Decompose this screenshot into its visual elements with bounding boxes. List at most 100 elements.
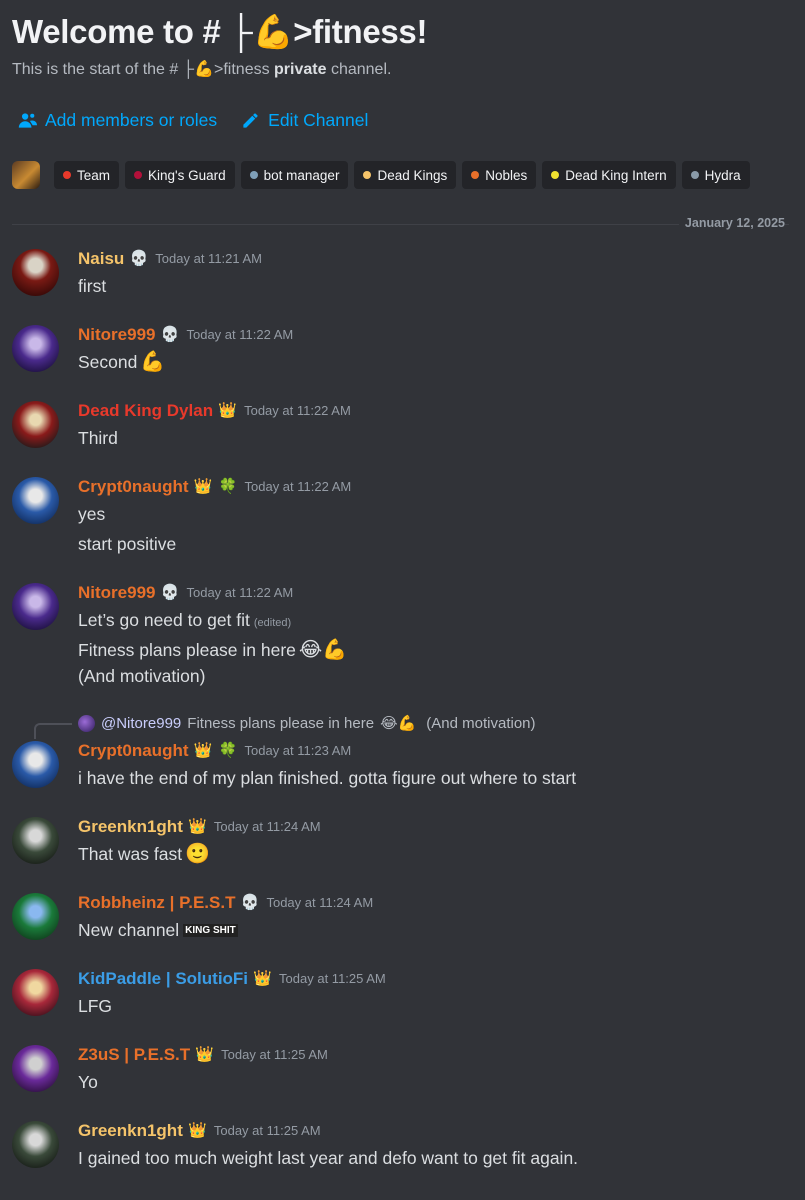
role-badge-icon[interactable]: 👑 [194, 1044, 215, 1065]
role-chip[interactable]: Dead Kings [354, 161, 457, 189]
role-badge-icon[interactable]: 👑 [252, 968, 273, 989]
message-header: Z3uS | P.E.S.T 👑 Today at 11:25 AM [78, 1044, 328, 1065]
role-badge-icon[interactable]: 👑 [187, 816, 208, 837]
timestamp[interactable]: Today at 11:22 AM [244, 403, 351, 418]
emoji: 😂💪 [298, 639, 348, 661]
username[interactable]: Greenkn1ght [78, 1121, 183, 1141]
member-avatar[interactable] [12, 161, 40, 189]
message-content: yes [78, 502, 105, 526]
message-text: first [78, 276, 107, 296]
role-chip[interactable]: Dead King Intern [542, 161, 676, 189]
message-header: Crypt0naught 👑 🍀 Today at 11:23 AM [78, 740, 351, 761]
role-label: bot manager [263, 167, 340, 183]
message-header: KidPaddle | SolutioFi 👑 Today at 11:25 AM [78, 968, 386, 989]
timestamp[interactable]: Today at 11:24 AM [214, 819, 321, 834]
role-chip[interactable]: Nobles [462, 161, 537, 189]
avatar[interactable] [12, 401, 59, 448]
message-content: Let’s go need to get fit (edited) [78, 608, 291, 635]
message-content: That was fast 🙂 [78, 842, 210, 866]
message-header: Dead King Dylan 👑 Today at 11:22 AM [78, 400, 351, 421]
timestamp[interactable]: Today at 11:24 AM [266, 895, 373, 910]
message-text: Yo [78, 1072, 98, 1092]
message-text: start positive [78, 534, 177, 554]
avatar[interactable] [12, 1045, 59, 1092]
username[interactable]: Z3uS | P.E.S.T [78, 1045, 190, 1065]
role-badge-icon[interactable]: 👑 [217, 400, 238, 421]
avatar[interactable] [12, 817, 59, 864]
timestamp[interactable]: Today at 11:22 AM [245, 479, 352, 494]
message-header: Robbheinz | P.E.S.T 💀 Today at 11:24 AM [78, 892, 373, 913]
avatar[interactable] [12, 325, 59, 372]
role-color-dot [471, 171, 480, 179]
channel-subtitle: This is the start of the # ├💪>fitness pr… [12, 58, 792, 82]
message-content: first [78, 274, 106, 298]
username[interactable]: Crypt0naught [78, 477, 189, 497]
role-chip[interactable]: bot manager [240, 161, 349, 189]
timestamp[interactable]: Today at 11:25 AM [214, 1123, 321, 1138]
role-chip[interactable]: Team [54, 161, 120, 189]
message-header: Greenkn1ght 👑 Today at 11:25 AM [78, 1120, 321, 1141]
add-members-button[interactable]: Add members or roles [18, 110, 217, 131]
reply-preview[interactable]: @Nitore999 Fitness plans please in here … [78, 714, 536, 732]
message-header: Crypt0naught 👑 🍀 Today at 11:22 AM [78, 476, 351, 497]
message-text: I gained too much weight last year and d… [78, 1148, 579, 1168]
timestamp[interactable]: Today at 11:22 AM [186, 585, 293, 600]
message-text: Second [78, 352, 138, 372]
edit-channel-button[interactable]: Edit Channel [241, 110, 368, 131]
role-badge-icon[interactable]: 💀 [159, 582, 180, 603]
role-badge-icon[interactable]: 👑 [193, 740, 214, 761]
username[interactable]: Robbheinz | P.E.S.T [78, 893, 235, 913]
clover-badge-icon[interactable]: 🍀 [218, 476, 239, 497]
message-text: i have the end of my plan finished. gott… [78, 768, 577, 788]
role-label: Nobles [485, 167, 528, 183]
timestamp[interactable]: Today at 11:21 AM [155, 251, 262, 266]
timestamp[interactable]: Today at 11:25 AM [279, 971, 386, 986]
message-text: Let’s go need to get fit [78, 610, 250, 630]
role-badge-icon[interactable]: 💀 [128, 248, 149, 269]
page-title: Welcome to # ├💪>fitness! [12, 13, 428, 50]
username[interactable]: Nitore999 [78, 325, 155, 345]
username[interactable]: Greenkn1ght [78, 817, 183, 837]
reply-mention: @Nitore999 [101, 714, 182, 732]
username[interactable]: Nitore999 [78, 583, 155, 603]
timestamp[interactable]: Today at 11:23 AM [245, 743, 352, 758]
role-label: Dead King Intern [565, 167, 667, 183]
reply-avatar [78, 714, 95, 732]
username[interactable]: KidPaddle | SolutioFi [78, 969, 248, 989]
role-label: King's Guard [148, 167, 226, 183]
role-label: Dead Kings [377, 167, 448, 183]
role-badge-icon[interactable]: 💀 [239, 892, 260, 913]
role-chip[interactable]: Hydra [681, 161, 750, 189]
role-chip[interactable]: King's Guard [125, 161, 235, 189]
role-badge-icon[interactable]: 👑 [187, 1120, 208, 1141]
role-color-dot [690, 171, 699, 179]
role-label: Team [77, 167, 111, 183]
avatar[interactable] [12, 477, 59, 524]
channel-roles: Team King's Guard bot manager Dead Kings Nob… [12, 161, 750, 189]
avatar[interactable] [12, 969, 59, 1016]
avatar[interactable] [12, 249, 59, 296]
avatar[interactable] [12, 1121, 59, 1168]
message-content: Fitness plans please in here 😂💪 [78, 638, 347, 662]
role-color-dot [551, 171, 560, 179]
timestamp[interactable]: Today at 11:25 AM [221, 1047, 328, 1062]
avatar[interactable] [12, 741, 59, 788]
clover-badge-icon[interactable]: 🍀 [218, 740, 239, 761]
message-text: Third [78, 428, 118, 448]
avatar[interactable] [12, 583, 59, 630]
message-content: I gained too much weight last year and d… [78, 1146, 578, 1170]
role-color-dot [63, 171, 71, 179]
reply-text: Fitness plans please in here [187, 714, 375, 732]
emoji: 💪 [140, 351, 166, 373]
username[interactable]: Naisu [78, 249, 124, 269]
role-color-dot [134, 171, 143, 179]
message-header: Naisu 💀 Today at 11:21 AM [78, 248, 262, 269]
role-color-dot [249, 171, 258, 179]
role-badge-icon[interactable]: 💀 [159, 324, 180, 345]
role-badge-icon[interactable]: 👑 [193, 476, 214, 497]
username[interactable]: Crypt0naught [78, 741, 189, 761]
avatar[interactable] [12, 893, 59, 940]
username[interactable]: Dead King Dylan [78, 401, 213, 421]
timestamp[interactable]: Today at 11:22 AM [186, 327, 293, 342]
add-members-icon [18, 113, 37, 128]
